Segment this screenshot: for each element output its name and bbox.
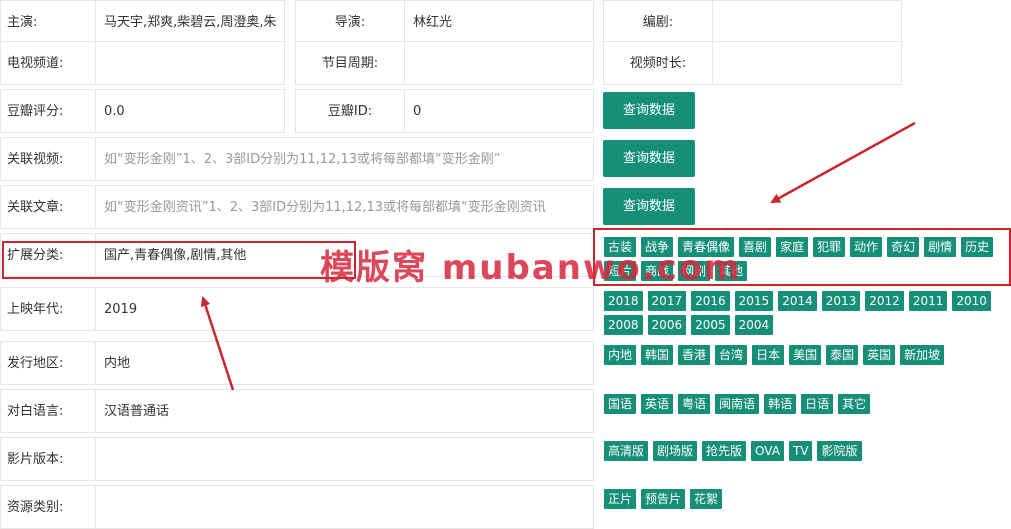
annotation-arrow-category [200,296,235,391]
watermark: 模版窝 mubanwo.com [320,248,742,288]
annotation-arrow-tags [770,121,916,204]
